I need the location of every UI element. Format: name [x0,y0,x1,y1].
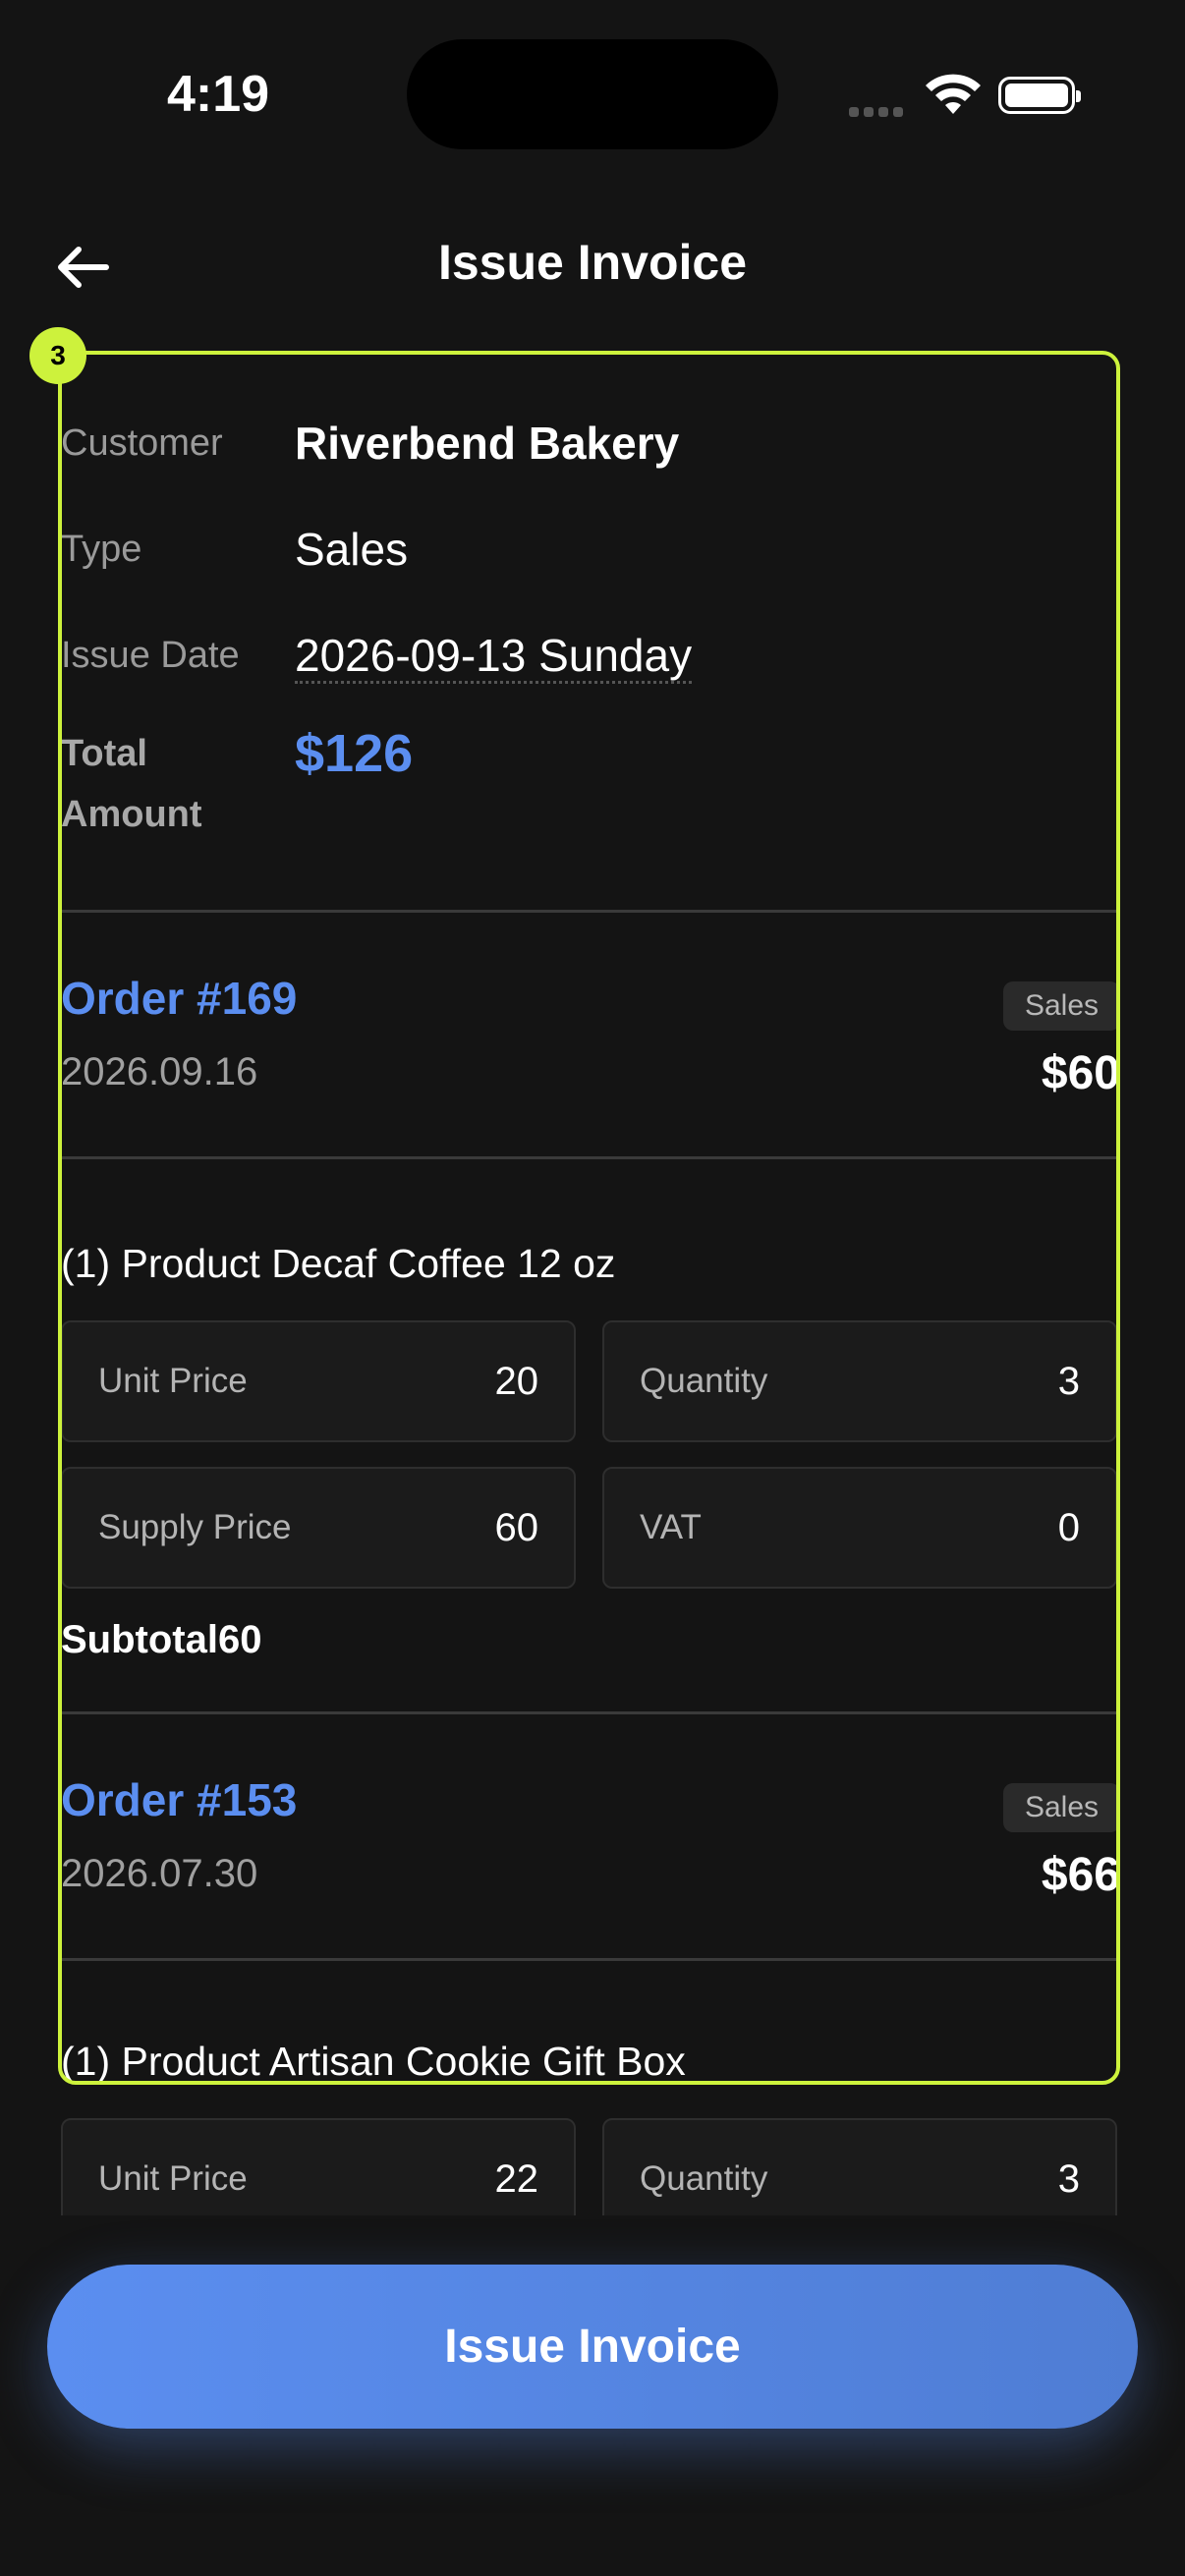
quantity-label: Quantity [640,2159,768,2198]
status-bar: 4:19 [0,0,1185,187]
page-title: Issue Invoice [437,235,748,290]
unit-price-cell: Unit Price 22 [61,2118,576,2215]
highlight-marker-badge: 3 [29,327,86,384]
wifi-icon [926,74,981,114]
issue-invoice-button[interactable]: Issue Invoice [47,2265,1138,2429]
unit-price-value: 22 [494,2156,539,2201]
quantity-cell: Quantity 3 [602,2118,1117,2215]
battery-icon [998,77,1081,114]
cellular-signal-icon [849,104,908,122]
product-details-grid: Unit Price 22 Quantity 3 [61,2118,1120,2215]
dynamic-island [407,39,778,149]
quantity-value: 3 [1057,2156,1080,2201]
highlight-box [58,351,1120,2085]
unit-price-label: Unit Price [98,2159,248,2198]
status-time: 4:19 [167,66,270,123]
